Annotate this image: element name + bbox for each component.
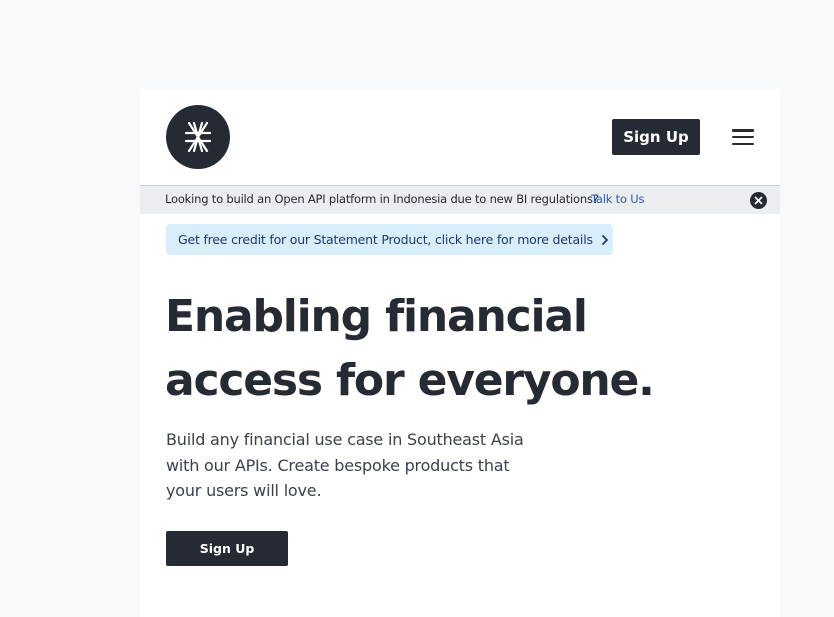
hero-headline: Enabling financial access for everyone. — [165, 285, 725, 413]
asterisk-x-logo-icon — [184, 121, 212, 153]
page-frame: Sign Up Looking to build an Open API pla… — [140, 89, 780, 617]
hero-subtext: Build any financial use case in Southeas… — [166, 430, 524, 500]
close-circle-icon[interactable] — [750, 192, 767, 209]
brand-logo[interactable] — [166, 105, 230, 169]
headline-line-2: access for everyone. — [165, 355, 655, 406]
header-signup-button[interactable]: Sign Up — [612, 119, 700, 155]
statement-promo-link[interactable]: Get free credit for our Statement Produc… — [166, 224, 613, 255]
hero-signup-button[interactable]: Sign Up — [166, 531, 288, 566]
headline-line-1: Enabling financial — [165, 291, 588, 342]
promo-text: Get free credit for our Statement Produc… — [178, 232, 593, 247]
regulation-banner: Looking to build an Open API platform in… — [140, 185, 780, 214]
hamburger-menu-icon[interactable] — [732, 129, 754, 145]
talk-to-us-link[interactable]: Talk to Us — [591, 192, 644, 206]
banner-text: Looking to build an Open API platform in… — [165, 192, 599, 206]
chevron-right-icon — [601, 234, 609, 245]
